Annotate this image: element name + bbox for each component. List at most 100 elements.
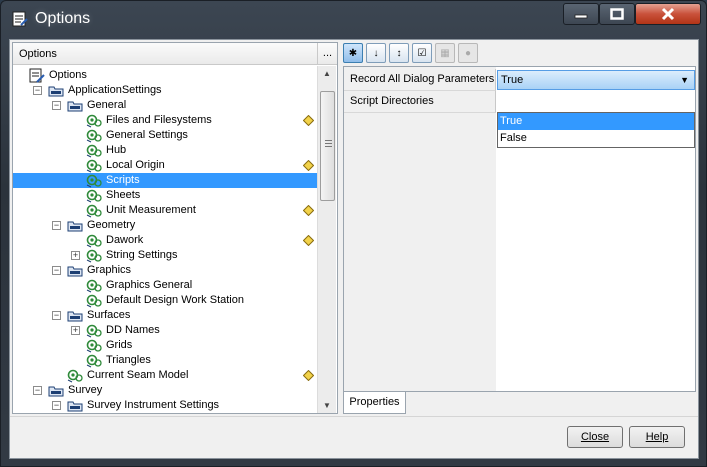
property-name: Record All Dialog Parameters	[344, 69, 496, 91]
dropdown-option[interactable]: True	[498, 113, 694, 130]
tree-node[interactable]: Options	[13, 68, 317, 83]
collapse-icon[interactable]: −	[33, 86, 42, 95]
info-icon: ●	[464, 47, 472, 59]
tree-node-label: Local Origin	[106, 159, 165, 171]
property-toolbar: ✱ ↓ ↕ ☑ ▦ ●	[343, 42, 698, 64]
categorized-button[interactable]: ✱	[343, 43, 363, 63]
tree-node-label: Graphics	[87, 264, 132, 276]
collapse-icon[interactable]: −	[52, 401, 61, 410]
property-pane: ✱ ↓ ↕ ☑ ▦ ● Record All Dialog Parameters True…	[343, 42, 698, 414]
tab-properties[interactable]: Properties	[343, 392, 406, 414]
scroll-up-icon[interactable]: ▲	[323, 69, 331, 78]
property-value[interactable]	[497, 91, 696, 113]
tree-node-label: Graphics General	[106, 279, 193, 291]
tree-node[interactable]: − Surfaces	[13, 308, 317, 323]
settings-gears-icon	[86, 339, 102, 353]
minimize-icon	[574, 14, 588, 19]
property-tabstrip: Properties	[343, 392, 696, 414]
collapse-icon[interactable]: −	[33, 386, 42, 395]
tree-node[interactable]: Default Design Work Station	[13, 293, 317, 308]
tree-node-label: Hub	[106, 144, 127, 156]
property-row-script-directories[interactable]: Script Directories	[344, 91, 696, 113]
tree-node[interactable]: Dawork	[13, 233, 317, 248]
tree-header-ellipsis-button[interactable]: ...	[317, 43, 337, 64]
collapse-icon[interactable]: −	[52, 221, 61, 230]
tree-node[interactable]: Unit Measurement	[13, 203, 317, 218]
settings-gears-icon	[86, 354, 102, 368]
chevron-down-icon[interactable]: ▼	[680, 71, 689, 89]
collapse-icon[interactable]: −	[52, 266, 61, 275]
dialog-client-area: Options ... Options − ApplicationSettings −…	[9, 39, 699, 459]
info-button: ●	[458, 43, 478, 63]
tree-vertical-scrollbar[interactable]: ▲ ▼	[317, 66, 336, 413]
settings-gears-icon	[86, 144, 102, 158]
combobox-value: True	[501, 74, 524, 86]
tree-node[interactable]: Sheets	[13, 188, 317, 203]
title-bar[interactable]: Options	[1, 1, 706, 39]
sort-modified-icon: ↕	[396, 47, 402, 59]
modified-diamond-icon	[303, 235, 314, 246]
tree-header: Options ...	[13, 43, 337, 65]
tree-node[interactable]: Scripts	[13, 173, 317, 188]
checklist-button[interactable]: ☑	[412, 43, 432, 63]
tree-node-label: String Settings	[106, 249, 178, 261]
modified-diamond-icon	[303, 160, 314, 171]
tree-node[interactable]: − Graphics	[13, 263, 317, 278]
tree-header-label: Options	[19, 48, 57, 60]
tree-node[interactable]: Grids	[13, 338, 317, 353]
tree-node-label: Scripts	[106, 174, 140, 186]
tree-node[interactable]: − ApplicationSettings	[13, 83, 317, 98]
property-name: Script Directories	[344, 91, 496, 113]
tree-node[interactable]: + DD Names	[13, 323, 317, 338]
tree-node[interactable]: Files and Filesystems	[13, 113, 317, 128]
tree-node-label: Options	[49, 69, 87, 81]
collapse-icon[interactable]: −	[52, 101, 61, 110]
close-window-button[interactable]	[635, 3, 701, 25]
maximize-icon	[610, 8, 624, 20]
tree-node[interactable]: Hub	[13, 143, 317, 158]
sort-az-button[interactable]: ↓	[366, 43, 386, 63]
modified-diamond-icon	[303, 115, 314, 126]
settings-gears-icon	[86, 294, 102, 308]
dropdown-option[interactable]: False	[498, 130, 694, 147]
property-row-record-all-dialog-parameters[interactable]: Record All Dialog Parameters True ▼	[344, 69, 696, 91]
scroll-thumb[interactable]	[320, 91, 335, 201]
tree-node[interactable]: − Geometry	[13, 218, 317, 233]
tree-node-label: Unit Measurement	[106, 204, 196, 216]
settings-gears-icon	[86, 234, 102, 248]
collapse-icon[interactable]: −	[52, 311, 61, 320]
expand-icon[interactable]: +	[71, 251, 80, 260]
tree-node[interactable]: Current Seam Model	[13, 368, 317, 383]
tree-node[interactable]: General Settings	[13, 128, 317, 143]
tree-node[interactable]: + String Settings	[13, 248, 317, 263]
tree-node[interactable]: − General	[13, 98, 317, 113]
tree-node-label: Files and Filesystems	[106, 114, 212, 126]
tree-node-label: Survey Instrument Settings	[87, 399, 220, 411]
close-button[interactable]: Close	[567, 426, 623, 448]
tree-node-label: Default Design Work Station	[106, 294, 244, 306]
property-value-combobox[interactable]: True ▼	[497, 70, 695, 90]
tree-node-label: Current Seam Model	[87, 369, 189, 381]
tree-node-label: Dawork	[106, 234, 144, 246]
minimize-button[interactable]	[563, 3, 599, 25]
settings-gears-icon	[86, 159, 102, 173]
tree-node[interactable]: − Survey Instrument Settings	[13, 398, 317, 413]
maximize-button[interactable]	[599, 3, 635, 25]
tree-node-label: General Settings	[106, 129, 188, 141]
options-window: Options Options ... Options − ApplicationS…	[0, 0, 707, 467]
expand-icon[interactable]: +	[71, 326, 80, 335]
sort-modified-button[interactable]: ↕	[389, 43, 409, 63]
tree-node[interactable]: Triangles	[13, 353, 317, 368]
tree-node-label: Sheets	[106, 189, 141, 201]
scroll-down-icon[interactable]: ▼	[323, 401, 331, 410]
modified-diamond-icon	[303, 205, 314, 216]
tree-node[interactable]: − Survey	[13, 383, 317, 398]
tree-node[interactable]: Local Origin	[13, 158, 317, 173]
settings-gears-icon	[67, 369, 83, 383]
help-button[interactable]: Help	[629, 426, 685, 448]
modified-diamond-icon	[303, 370, 314, 381]
tree-node-label: Grids	[106, 339, 133, 351]
settings-gears-icon	[86, 324, 102, 338]
tree-node-label: Survey	[68, 384, 103, 396]
tree-node[interactable]: Graphics General	[13, 278, 317, 293]
